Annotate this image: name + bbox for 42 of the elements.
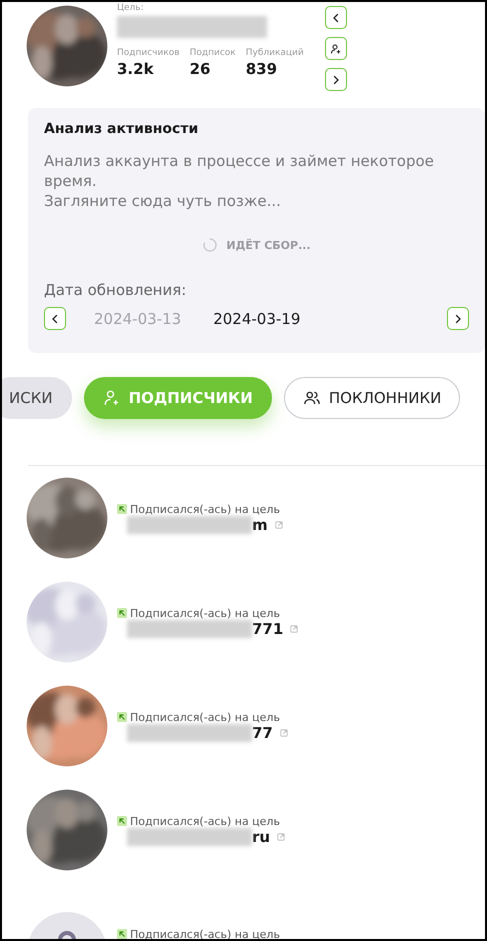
- next-date-button[interactable]: [447, 307, 469, 330]
- status-text: Подписался(-ась) на цель: [130, 606, 280, 620]
- stat-label: Подписок: [190, 48, 236, 58]
- external-link-icon: [277, 832, 286, 840]
- username[interactable]: 771: [252, 620, 284, 638]
- add-person-icon: [330, 42, 342, 54]
- tab[interactable]: ИСКИ: [2, 377, 72, 419]
- username[interactable]: 77: [252, 724, 273, 742]
- status-text: Подписался(-ась) на цель: [130, 814, 280, 828]
- stat-value: 3.2k: [117, 60, 155, 78]
- follow-button[interactable]: [325, 37, 347, 60]
- people-icon: [302, 389, 321, 407]
- next-button[interactable]: [325, 68, 347, 91]
- spinner-icon: [202, 237, 218, 253]
- status-text: Подписался(-ась) на цель: [130, 928, 280, 939]
- follow-arrow-icon: [117, 608, 127, 618]
- status-text: Подписался(-ась) на цель: [130, 502, 280, 516]
- info-text: Анализ аккаунта в процессе и займет некоторое время.: [44, 151, 435, 191]
- add-person-icon: [102, 389, 121, 407]
- previous-button[interactable]: [325, 6, 347, 29]
- loading-status: ИДЁТ СБОР...: [226, 238, 311, 252]
- goal-label: Цель:: [117, 3, 145, 14]
- stat-value: 839: [246, 60, 278, 78]
- external-link-icon: [290, 624, 298, 632]
- stat-label: Подписчиков: [117, 48, 180, 58]
- card-title: Анализ активности: [44, 121, 200, 137]
- external-link-icon: [280, 728, 288, 736]
- tab[interactable]: ПОКЛОННИКИ: [284, 377, 460, 419]
- date-option[interactable]: 2024-03-19: [213, 310, 300, 328]
- date-label: Дата обновления:: [44, 281, 188, 299]
- username[interactable]: m: [252, 516, 268, 534]
- follow-arrow-icon: [117, 816, 127, 826]
- username[interactable]: ru: [252, 828, 270, 846]
- status-text: Подписался(-ась) на цель: [130, 710, 280, 724]
- external-link-icon: [274, 520, 283, 528]
- info-text: Загляните сюда чуть позже...: [44, 191, 282, 211]
- stat-label: Публикаций: [246, 48, 304, 58]
- stat-value: 26: [190, 60, 212, 78]
- follow-arrow-icon: [117, 504, 127, 514]
- previous-date-button[interactable]: [44, 307, 66, 330]
- follow-arrow-icon: [117, 712, 127, 722]
- follow-arrow-icon: [117, 929, 127, 939]
